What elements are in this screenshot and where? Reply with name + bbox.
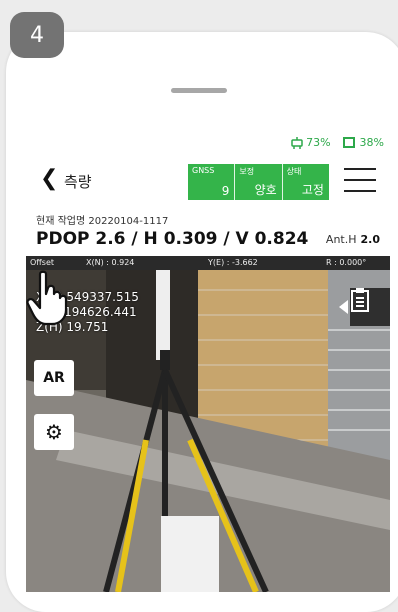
hamburger-menu-icon[interactable] <box>344 168 376 194</box>
satellite-icon <box>291 136 303 149</box>
offset-x: X(N) : 0.924 <box>86 258 135 267</box>
antenna-height[interactable]: Ant.H 2.0 <box>326 233 380 246</box>
phone-speaker <box>171 88 227 93</box>
gnss-percent: 73% <box>306 136 331 149</box>
gnss-cell-state: 상태 고정 <box>286 167 324 197</box>
job-name: 현재 작업명 20220104-1117 <box>36 216 169 227</box>
precision-readout: PDOP 2.6 / H 0.309 / V 0.824 <box>36 229 309 249</box>
camera-view[interactable]: X(N) 549337.515 Y(E) 194626.441 Z(H) 19.… <box>26 270 390 592</box>
pointing-hand-icon <box>26 270 68 326</box>
gnss-cell-satellites: GNSS 9 <box>188 164 236 200</box>
back-button[interactable]: ❮ <box>40 166 58 191</box>
offset-label: Offset <box>30 258 55 267</box>
gnss-cell-correction: 보정 양호 <box>235 164 283 200</box>
gnss-panel[interactable]: GNSS 9 보정 양호 상태 고정 <box>188 164 329 200</box>
battery-status: 38% <box>342 136 384 149</box>
gear-icon: ⚙ <box>45 420 63 444</box>
page-title: 측량 <box>64 173 92 191</box>
app-screen: 73% 38% ❮ 측량 GNSS 9 보정 양호 상태 고정 현재 작업명 2022… <box>26 132 390 592</box>
gnss-status: 73% <box>291 136 331 149</box>
offset-bar: Offset X(N) : 0.924 Y(E) : -3.662 R : 0.… <box>26 256 390 270</box>
clipboard-icon <box>351 288 369 312</box>
app-header: ❮ 측량 GNSS 9 보정 양호 상태 고정 <box>26 162 390 202</box>
battery-icon <box>342 137 355 148</box>
step-number-badge: 4 <box>10 12 64 58</box>
collapse-arrow-icon[interactable] <box>339 300 348 314</box>
battery-percent: 38% <box>359 136 384 149</box>
settings-button[interactable]: ⚙ <box>34 414 74 450</box>
offset-r: R : 0.000° <box>326 258 367 267</box>
clipboard-button[interactable] <box>350 288 390 326</box>
ar-button[interactable]: AR <box>34 360 74 396</box>
offset-y: Y(E) : -3.662 <box>208 258 258 267</box>
status-bar: 73% 38% <box>291 136 384 149</box>
